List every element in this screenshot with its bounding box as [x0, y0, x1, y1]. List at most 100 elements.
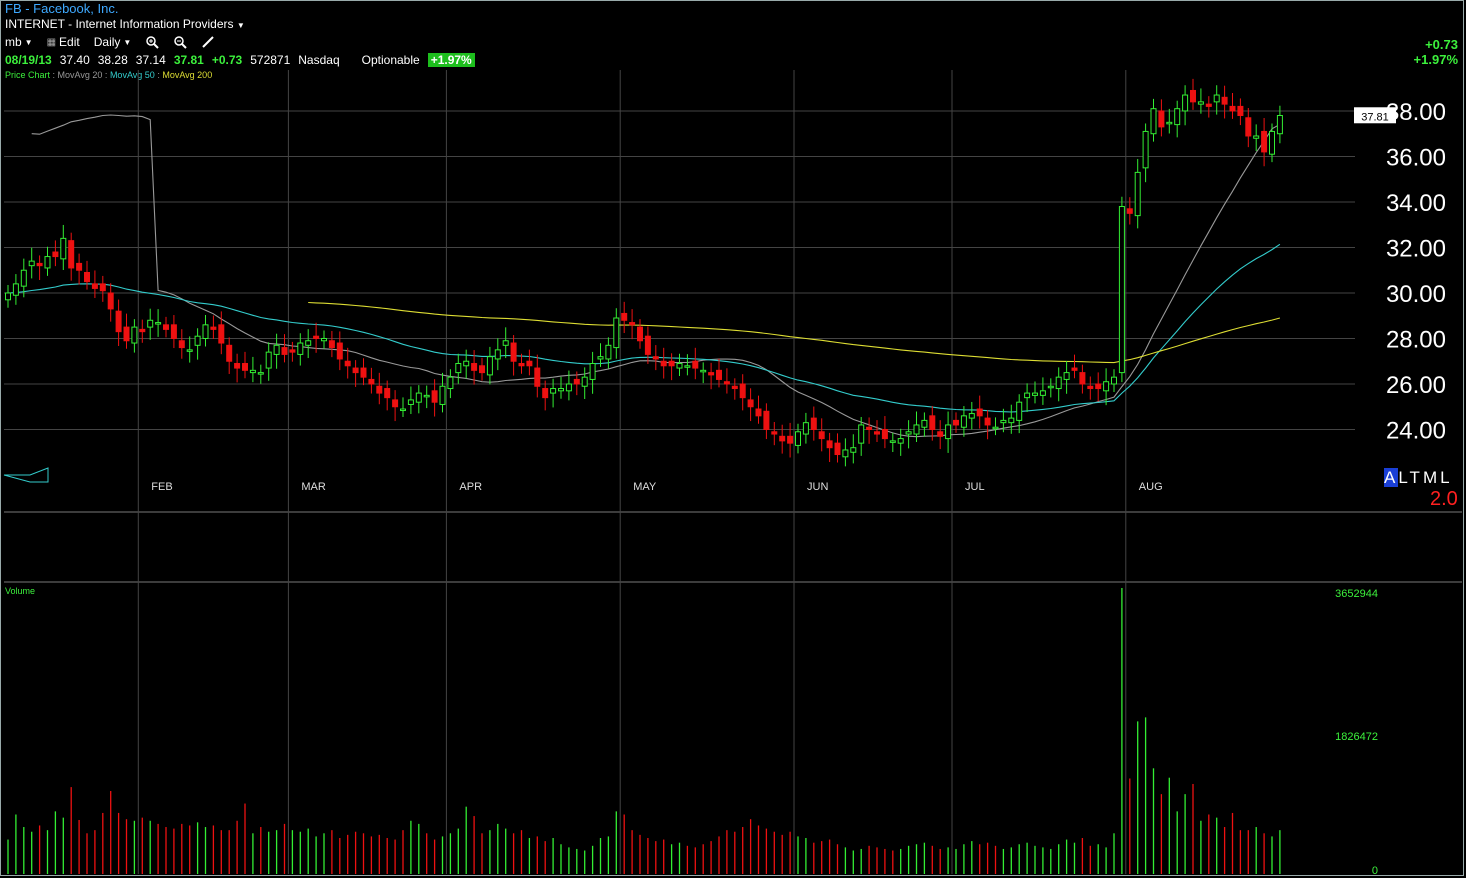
candle-body [1150, 108, 1157, 135]
candle-body [897, 438, 904, 444]
candle-body [1047, 385, 1054, 389]
candle-body [249, 369, 256, 374]
candle-body [431, 390, 438, 403]
month-label: AUG [1139, 481, 1163, 493]
candle-body [44, 256, 51, 269]
candle-body [589, 363, 596, 380]
volume-tick-label: 0 [1372, 865, 1378, 877]
candle-body [968, 413, 975, 419]
candle-body [771, 431, 778, 435]
candle-body [1063, 372, 1070, 380]
price-tick-label: 36.00 [1386, 144, 1446, 171]
candle-body [1229, 105, 1236, 112]
candle-body [960, 415, 967, 428]
candle-body [976, 408, 983, 417]
candle-body [52, 251, 59, 258]
candle-body [1276, 115, 1283, 135]
candle-body [1174, 108, 1181, 126]
candle-body [1261, 130, 1268, 153]
candle-body [139, 328, 146, 333]
candle-body [407, 399, 414, 405]
candle-body [795, 431, 801, 446]
candle-body [573, 378, 580, 385]
candle-body [921, 419, 928, 428]
candle-body [747, 399, 754, 408]
candle-body [289, 349, 296, 353]
candle-body [502, 340, 509, 346]
candle-body [676, 363, 683, 369]
candle-body [471, 363, 478, 371]
candle-body [494, 349, 501, 360]
candle-body [597, 356, 604, 360]
candle-body [328, 340, 335, 349]
candle-body [937, 431, 944, 437]
candle-body [1269, 130, 1275, 155]
candle-body [700, 369, 707, 373]
candle-body [1008, 417, 1015, 424]
candle-body [605, 344, 612, 360]
candle-body [463, 360, 470, 367]
candle-body [368, 378, 375, 385]
candle-body [731, 385, 738, 390]
candle-body [20, 269, 27, 287]
candle-body [1055, 376, 1062, 390]
month-label: FEB [151, 481, 172, 493]
scroll-handle [3, 467, 49, 483]
candle-body [400, 408, 406, 412]
candle-body [455, 363, 462, 374]
candle-body [889, 440, 896, 443]
candle-body [336, 342, 343, 360]
candle-body [1024, 392, 1031, 399]
candle-body [76, 262, 83, 271]
candle-body [1016, 401, 1023, 421]
candle-body [1126, 208, 1133, 214]
candle-body [534, 367, 541, 387]
candle-body [953, 419, 959, 426]
candle-body [858, 424, 865, 444]
candle-body [929, 415, 936, 430]
month-label: JUL [965, 481, 985, 493]
candle-body [479, 365, 485, 374]
candle-body [415, 392, 422, 403]
candle-body [1205, 103, 1212, 107]
chart-grid: FEB MAR APR MAY JUN JUL AUG [4, 70, 1462, 874]
candle-body [1245, 117, 1252, 137]
candle-body [1253, 135, 1260, 139]
candle-body [210, 326, 217, 330]
month-label: MAR [301, 481, 326, 493]
candle-body [1032, 392, 1038, 396]
candle-body [850, 447, 857, 453]
candle-body [1103, 381, 1110, 392]
candle-body [384, 388, 391, 399]
candle-body [1071, 367, 1078, 371]
candle-body [123, 326, 130, 342]
candle-body [1095, 383, 1102, 390]
candle-body [12, 283, 19, 296]
candle-body [1142, 130, 1149, 169]
candle-body [550, 388, 557, 394]
candle-body [91, 283, 98, 289]
candle-body [170, 324, 177, 339]
candle-body [1039, 390, 1046, 396]
last-price-label: 37.81 [1361, 111, 1389, 123]
candle-body [565, 383, 572, 392]
candle-body [881, 428, 888, 440]
candle-body [518, 363, 525, 367]
candle-body [905, 431, 912, 435]
candle-body [99, 283, 106, 292]
candle-body [36, 262, 43, 267]
candle-body [115, 310, 122, 333]
candle-body [439, 385, 446, 405]
candle-body [1182, 94, 1189, 112]
candle-body [423, 394, 430, 398]
candle-body [1079, 372, 1086, 385]
candle-body [692, 360, 699, 369]
candle-body [1118, 206, 1125, 374]
candle-body [874, 431, 880, 435]
candle-body [866, 426, 873, 430]
candle-body [281, 347, 288, 355]
volume-bars: Volume 3652944 1826472 0 [5, 586, 1378, 877]
candle-body [376, 385, 383, 394]
candles [5, 78, 1283, 467]
candle-body [305, 340, 312, 346]
